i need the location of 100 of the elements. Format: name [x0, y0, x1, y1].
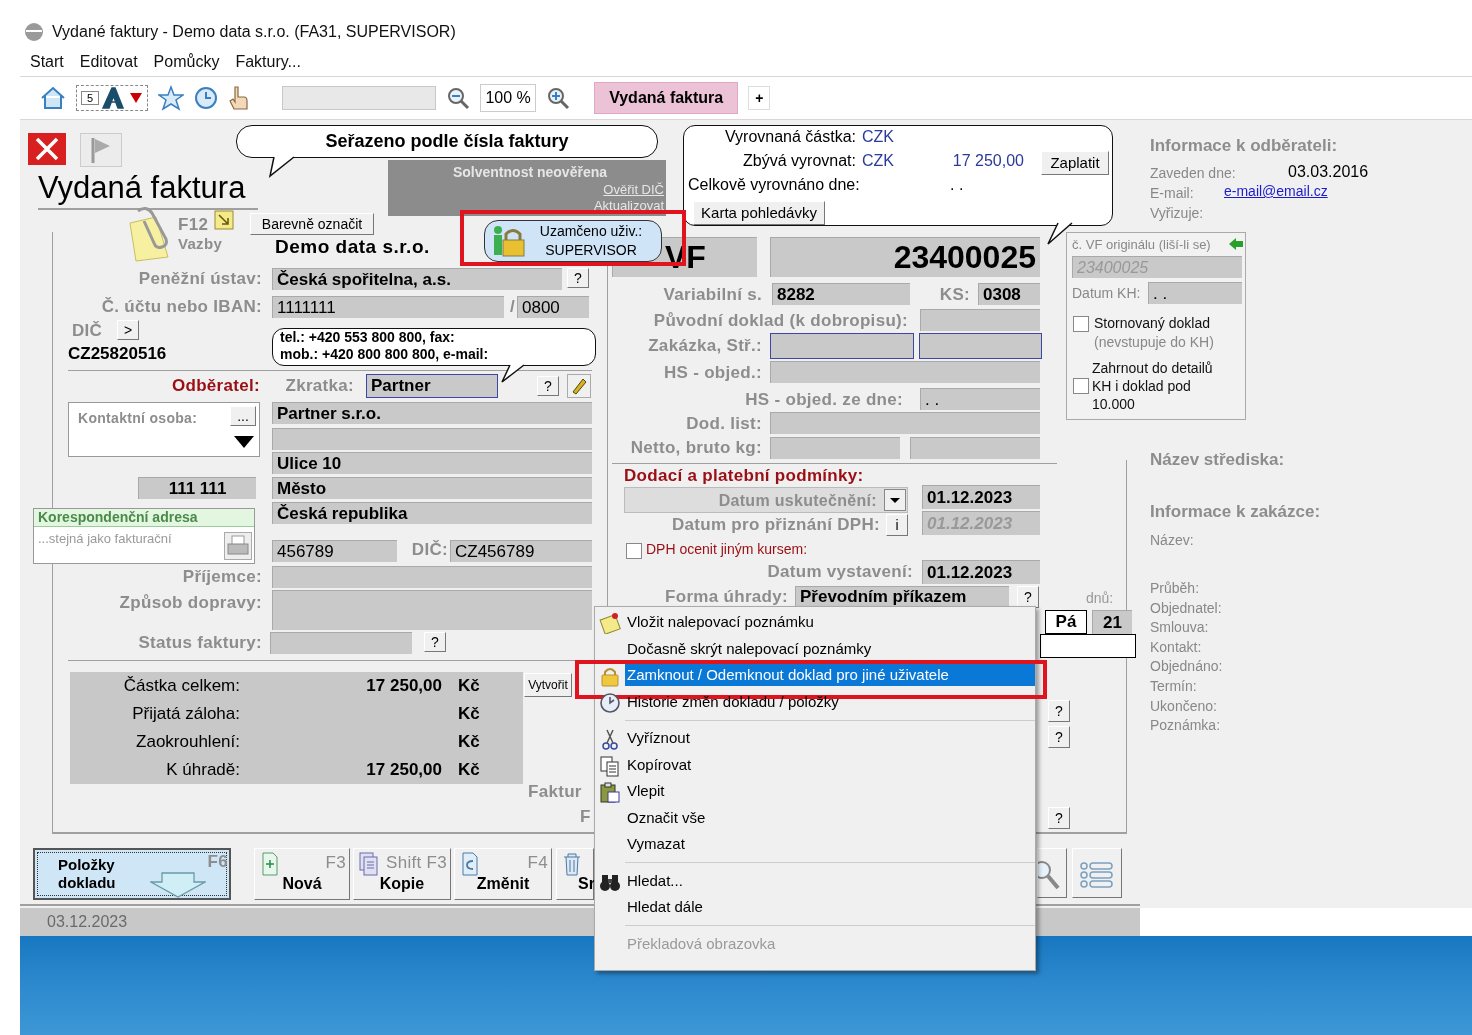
more-button[interactable]: ...	[230, 406, 256, 426]
delivery-note-field[interactable]	[770, 412, 1040, 434]
field-label: Forma úhrady:	[664, 586, 788, 608]
callout-tail	[1046, 222, 1074, 246]
help-button[interactable]: ?	[537, 376, 559, 396]
total-label: Přijatá záloha:	[131, 704, 240, 725]
field-label: DIČ	[72, 320, 104, 342]
purchase-order-field[interactable]	[770, 361, 1040, 383]
expand-button[interactable]: >	[117, 320, 139, 340]
issue-date-field[interactable]: 01.12.2023	[922, 560, 1040, 584]
hand-pointer-icon	[228, 85, 249, 111]
info-label: Název:	[1150, 531, 1195, 550]
menu-item[interactable]: Pomůcky	[147, 53, 230, 71]
help-button[interactable]: ?	[1017, 586, 1039, 608]
help-button[interactable]: ?	[1048, 700, 1070, 722]
bank-field[interactable]: Česká spořitelna, a.s.	[272, 268, 562, 290]
toolbar-button[interactable]	[454, 848, 552, 900]
gross-weight-field[interactable]	[910, 437, 1040, 459]
edit-icon	[567, 374, 591, 398]
field-label: Zkratka:	[284, 375, 354, 397]
menu-item[interactable]: Vyříznout	[625, 727, 692, 750]
help-button[interactable]: ?	[424, 632, 446, 652]
menu-item[interactable]: Dočasně skrýt nalepovací poznámky	[625, 637, 874, 660]
settled-date: . .	[950, 176, 965, 195]
settlement-label: Zbývá vyrovnat:	[742, 152, 856, 171]
short-name-field[interactable]: Partner	[366, 374, 498, 398]
account-field[interactable]: 1111111	[272, 296, 504, 318]
pay-button[interactable]: Zaplatit	[1041, 151, 1109, 175]
menu-item[interactable]: Zamknout / Odemknout doklad pro jiné uživatele	[625, 664, 1035, 687]
receivable-card-button[interactable]: Karta pohledávky	[693, 201, 825, 225]
menu-item[interactable]: Vymazat	[625, 833, 687, 856]
name-field[interactable]: Partner s.r.o.	[272, 402, 592, 424]
button-label: Změnit	[475, 875, 531, 894]
original-document-field[interactable]	[920, 309, 1040, 331]
field-label: Datum KH:	[1072, 284, 1142, 303]
supply-date-field[interactable]: 01.12.2023	[922, 485, 1040, 509]
button-label: Nová	[281, 875, 323, 894]
net-weight-field[interactable]	[770, 437, 900, 459]
id-field[interactable]: 456789	[272, 540, 397, 562]
order-date-field[interactable]: . .	[920, 388, 1040, 410]
due-date-field[interactable]	[1040, 634, 1136, 658]
toolbar-button[interactable]	[353, 848, 451, 900]
address-field[interactable]	[272, 428, 592, 450]
menu-item[interactable]: Hledat dále	[625, 896, 705, 919]
menu-item[interactable]: Kopírovat	[625, 753, 694, 776]
field-label: DIČ:	[410, 539, 448, 561]
status-field[interactable]	[270, 632, 412, 654]
info-button[interactable]: i	[886, 514, 908, 536]
due-days-field[interactable]: 21	[1092, 610, 1132, 634]
tab[interactable]: +	[748, 86, 771, 110]
info-heading: Informace k zakázce:	[1150, 502, 1322, 523]
city-field[interactable]: Město	[272, 477, 592, 499]
total-amount: 17 250,00	[365, 676, 442, 697]
total-label: Částka celkem:	[122, 676, 240, 697]
contact-person-field[interactable]	[68, 402, 260, 457]
vat-report-date-field[interactable]: . .	[1148, 282, 1242, 304]
menu-item[interactable]: Hledat...	[625, 869, 685, 892]
street-field[interactable]: Ulice 10	[272, 452, 592, 474]
field-label: Netto, bruto kg:	[629, 437, 762, 459]
toolbar-button[interactable]	[254, 848, 350, 900]
separator-label: /	[508, 296, 515, 318]
bank-code-field[interactable]: 0800	[517, 296, 589, 318]
vat-field[interactable]: CZ456789	[450, 540, 592, 562]
menu-item[interactable]: Editovat	[73, 53, 148, 71]
create-button[interactable]: Vytvořit	[524, 673, 572, 697]
transport-field[interactable]	[272, 590, 592, 630]
trash-icon	[562, 852, 582, 876]
variable-symbol-field[interactable]: 8282	[772, 283, 910, 305]
field-label: Dod. list:	[685, 413, 762, 435]
recipient-field[interactable]	[272, 566, 592, 588]
checkbox[interactable]	[626, 543, 642, 559]
weekday-field[interactable]: Pá	[1045, 610, 1087, 634]
country-field[interactable]: Česká republika	[272, 502, 592, 524]
centre-field[interactable]	[919, 333, 1042, 359]
menu-item[interactable]: Vložit nalepovací poznámku	[625, 611, 816, 634]
color-mark-button[interactable]: Barevně označit	[250, 213, 374, 235]
tab[interactable]: Vydaná faktura	[594, 82, 739, 114]
payment-method-field[interactable]: Převodním příkazem	[795, 586, 1009, 606]
order-field[interactable]	[770, 333, 914, 359]
menu-item[interactable]: Vlepit	[625, 780, 667, 803]
help-button[interactable]: ?	[567, 268, 589, 288]
copy-icon	[359, 852, 379, 876]
zip-field[interactable]: 111 111	[138, 477, 256, 499]
checkbox[interactable]	[1073, 316, 1089, 332]
zoom-field[interactable]: 100 %	[480, 84, 537, 112]
clipboard-icon	[599, 781, 621, 803]
lock-user: SUPERVISOR	[544, 242, 638, 260]
email-link[interactable]: e-mail@email.cz	[1224, 183, 1344, 203]
menu-item[interactable]: Označit vše	[625, 806, 708, 829]
items-label: Položky dokladu	[58, 856, 117, 892]
search-field[interactable]	[282, 86, 437, 110]
menu-item[interactable]: Faktury...	[229, 53, 311, 71]
help-button[interactable]: ?	[1048, 726, 1070, 748]
items-button[interactable]	[33, 848, 231, 900]
back-arrow-icon	[1228, 237, 1244, 251]
checkbox[interactable]	[1073, 378, 1089, 394]
constant-symbol-field[interactable]: 0308	[978, 283, 1040, 305]
menu-item[interactable]: Start	[24, 53, 74, 71]
help-button[interactable]: ?	[1048, 807, 1070, 829]
field-label: Způsob dopravy:	[118, 592, 262, 614]
